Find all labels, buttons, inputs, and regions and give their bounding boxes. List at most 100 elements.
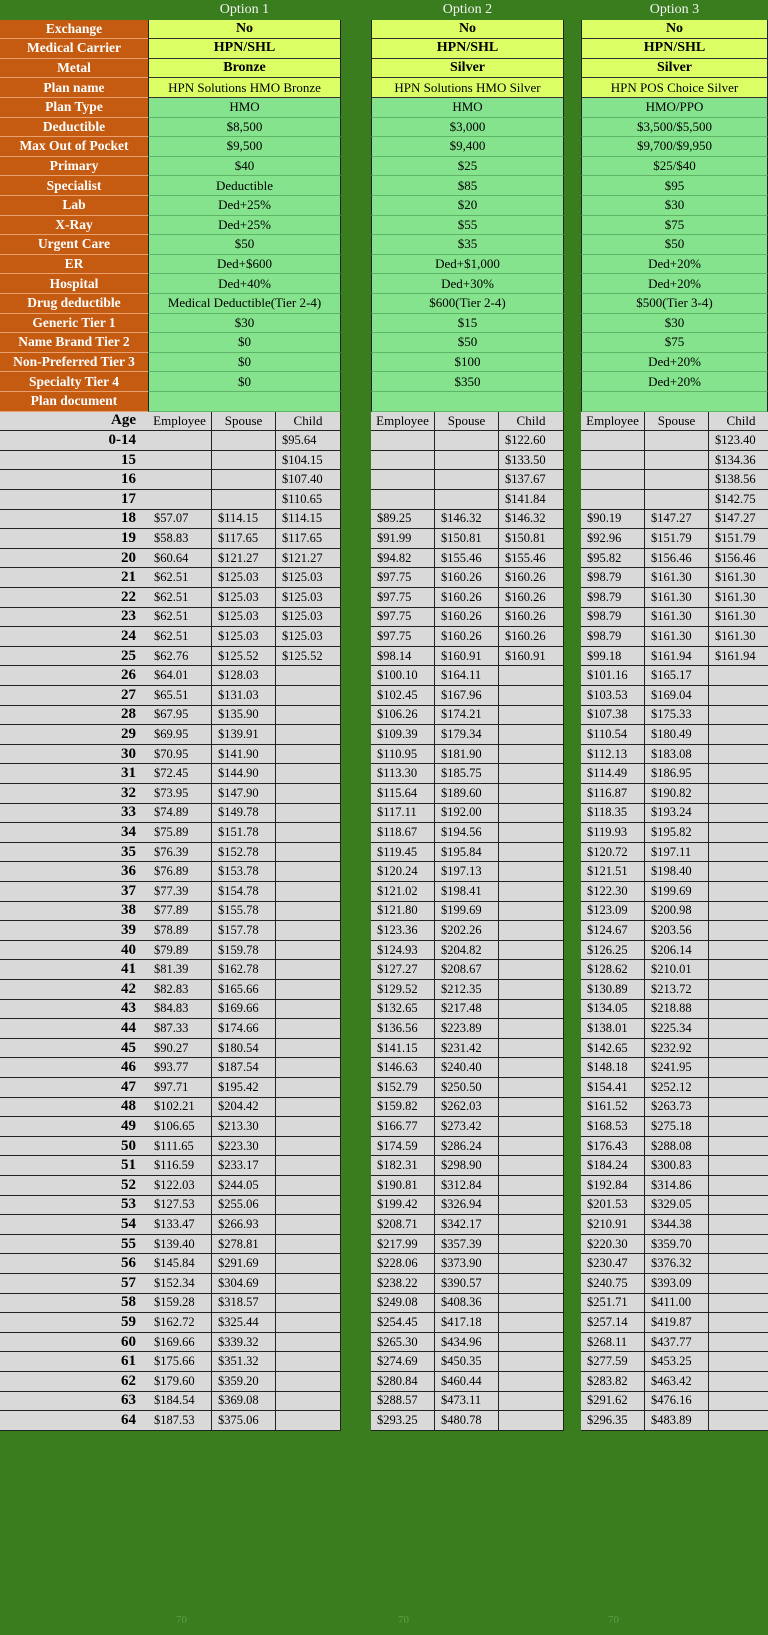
- rate-cell-employee: $118.67: [371, 823, 435, 843]
- rate-cell-employee: $187.53: [148, 1411, 212, 1431]
- rate-cell-child: [276, 1254, 341, 1274]
- rate-cell-child: $142.75: [709, 490, 768, 510]
- benefit-value-option-3: $500(Tier 3-4): [581, 294, 768, 314]
- rate-cell-spouse: $460.44: [435, 1372, 499, 1392]
- benefit-value-option-3: $75: [581, 333, 768, 353]
- rate-cell-employee: $62.51: [148, 607, 212, 628]
- rate-cell-spouse: $180.54: [212, 1038, 276, 1059]
- rate-row: 63 $184.54 $369.08 $288.57 $473.11 $291.62 $47…: [0, 1391, 768, 1412]
- rate-cell-child: [499, 980, 564, 1000]
- rate-cell-child: [276, 1372, 341, 1392]
- rate-cell-spouse: $304.69: [212, 1274, 276, 1294]
- rate-cell-employee: [581, 431, 645, 451]
- rate-cell-employee: $184.54: [148, 1391, 212, 1412]
- rate-cell-spouse: $179.34: [435, 725, 499, 745]
- rate-cell-employee: $116.87: [581, 784, 645, 804]
- rate-row: 52 $122.03 $244.05 $190.81 $312.84 $192.84 $31…: [0, 1176, 768, 1196]
- rate-cell-spouse: $154.78: [212, 882, 276, 902]
- rate-cell-employee: $100.10: [371, 666, 435, 686]
- rate-cell-employee: $159.28: [148, 1293, 212, 1314]
- benefit-value-option-1: Medical Deductible(Tier 2-4): [148, 294, 341, 314]
- benefit-row: Primary $40 $25 $25/$40: [0, 156, 768, 177]
- rate-cell-employee: $220.30: [581, 1234, 645, 1255]
- benefit-row: Plan document: [0, 392, 768, 412]
- rate-cell-spouse: $186.95: [645, 764, 709, 784]
- rate-row: 44 $87.33 $174.66 $136.56 $223.89 $138.01 $225…: [0, 1019, 768, 1039]
- rate-cell-child: [709, 1411, 768, 1431]
- benefit-value-option-2: Ded+30%: [371, 274, 564, 294]
- rate-cell-employee: $98.79: [581, 588, 645, 608]
- benefit-value-option-3: Ded+20%: [581, 372, 768, 392]
- age-cell: 21: [0, 568, 148, 588]
- rate-cell-employee: $129.52: [371, 980, 435, 1000]
- rate-cell-child: $125.03: [276, 568, 341, 588]
- rate-cell-spouse: $160.91: [435, 646, 499, 667]
- rate-cell-employee: $175.66: [148, 1352, 212, 1372]
- rate-cell-spouse: [645, 450, 709, 471]
- rate-cell-spouse: $314.86: [645, 1176, 709, 1196]
- rate-cell-employee: $130.89: [581, 980, 645, 1000]
- rate-cell-spouse: $298.90: [435, 1156, 499, 1176]
- rate-cell-child: [499, 1234, 564, 1255]
- rate-cell-child: [276, 1391, 341, 1412]
- rate-cell-spouse: $218.88: [645, 999, 709, 1020]
- rate-cell-employee: $115.64: [371, 784, 435, 804]
- rate-cell-child: [709, 1136, 768, 1157]
- age-cell: 45: [0, 1038, 148, 1059]
- rate-row: 21 $62.51 $125.03 $125.03 $97.75 $160.26 $160.…: [0, 568, 768, 588]
- benefit-value-option-2: No: [371, 19, 564, 40]
- rate-cell-spouse: $408.36: [435, 1293, 499, 1314]
- benefit-row: Specialty Tier 4 $0 $350 Ded+20%: [0, 372, 768, 392]
- rate-cell-spouse: $463.42: [645, 1372, 709, 1392]
- rate-cell-employee: $176.43: [581, 1136, 645, 1157]
- age-cell: 23: [0, 607, 148, 628]
- rate-cell-child: [276, 764, 341, 784]
- benefit-value-option-2: $20: [371, 196, 564, 216]
- rate-row: 50 $111.65 $223.30 $174.59 $286.24 $176.43 $28…: [0, 1136, 768, 1157]
- rate-cell-child: [499, 842, 564, 863]
- rate-cell-employee: $116.59: [148, 1156, 212, 1176]
- rate-cell-spouse: $419.87: [645, 1313, 709, 1333]
- rate-cell-employee: $72.45: [148, 764, 212, 784]
- rate-row: 34 $75.89 $151.78 $118.67 $194.56 $119.93 $195…: [0, 823, 768, 843]
- benefit-value-option-3: $30: [581, 196, 768, 216]
- benefit-value-option-2: $55: [371, 215, 564, 236]
- rate-cell-employee: $127.27: [371, 960, 435, 980]
- benefit-label: X-Ray: [0, 215, 148, 236]
- rate-cell-child: $133.50: [499, 450, 564, 471]
- benefit-value-option-3: $25/$40: [581, 156, 768, 177]
- rate-cell-spouse: $434.96: [435, 1332, 499, 1353]
- rate-cell-employee: [148, 470, 212, 490]
- rate-row: 53 $127.53 $255.06 $199.42 $326.94 $201.53 $32…: [0, 1195, 768, 1216]
- rate-cell-spouse: $199.69: [645, 882, 709, 902]
- rate-cell-child: [499, 1372, 564, 1392]
- rate-cell-spouse: $141.90: [212, 744, 276, 765]
- rate-header-row: Age Employee Spouse Child Employee Spouse Chil…: [0, 411, 768, 432]
- age-cell: 64: [0, 1411, 148, 1431]
- rate-cell-child: [276, 705, 341, 726]
- rate-cell-child: $125.03: [276, 588, 341, 608]
- rate-cell-spouse: $187.54: [212, 1058, 276, 1078]
- rate-cell-employee: $57.07: [148, 509, 212, 530]
- age-cell: 36: [0, 862, 148, 882]
- rate-cell-spouse: $169.66: [212, 999, 276, 1020]
- rate-cell-employee: [581, 490, 645, 510]
- rate-cell-child: [499, 705, 564, 726]
- rate-cell-employee: $69.95: [148, 725, 212, 745]
- rate-cell-spouse: $252.12: [645, 1078, 709, 1098]
- benefit-value-option-2: $25: [371, 156, 564, 177]
- rate-cell-employee: [148, 490, 212, 510]
- rate-row: 18 $57.07 $114.15 $114.15 $89.25 $146.32 $146.…: [0, 509, 768, 530]
- age-cell: 22: [0, 588, 148, 608]
- rate-cell-employee: $92.96: [581, 529, 645, 549]
- rate-cell-employee: $109.39: [371, 725, 435, 745]
- rate-cell-employee: $217.99: [371, 1234, 435, 1255]
- rate-cell-employee: $128.62: [581, 960, 645, 980]
- age-cell: 0-14: [0, 431, 148, 451]
- rate-cell-child: [709, 999, 768, 1020]
- benefit-value-option-3: HMO/PPO: [581, 98, 768, 118]
- benefit-row: X-Ray Ded+25% $55 $75: [0, 215, 768, 236]
- rate-column-header-spouse: Spouse: [645, 411, 709, 432]
- benefit-label: Plan document: [0, 392, 148, 412]
- benefit-row: Name Brand Tier 2 $0 $50 $75: [0, 333, 768, 353]
